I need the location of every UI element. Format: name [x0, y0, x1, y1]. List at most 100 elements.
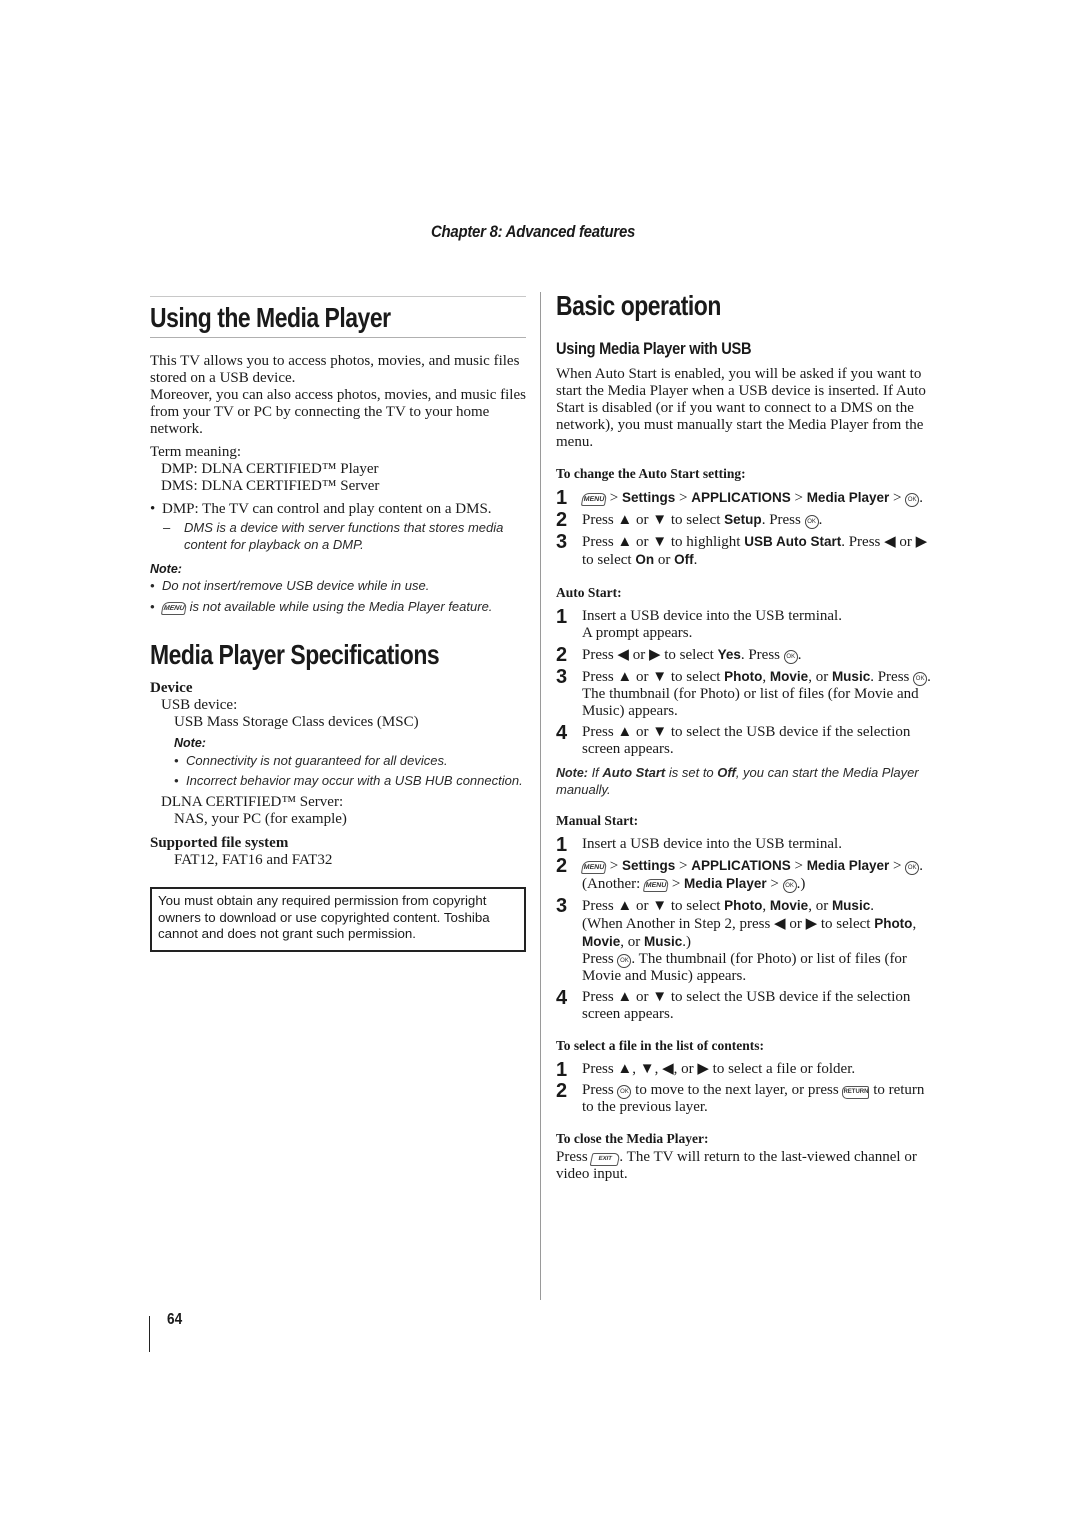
step: 4 Press ▲ or ▼ to select the USB device … — [556, 987, 934, 1023]
step-text: . — [870, 898, 874, 914]
intro-paragraph: This TV allows you to access photos, mov… — [150, 353, 520, 386]
usb-device-value: USB Mass Storage Class devices (MSC) — [174, 714, 419, 730]
note-item: Do not insert/remove USB device while in… — [150, 578, 526, 595]
device-note-item: Connectivity is not guaranteed for all d… — [174, 753, 526, 770]
step-text: Press ▲ or ▼ to select the USB device if… — [582, 989, 911, 1022]
dmp-bullet: DMP: The TV can control and play content… — [150, 501, 526, 518]
note-label: Note: — [150, 562, 182, 576]
device-note-label: Note: — [174, 736, 206, 750]
step-number: 3 — [556, 531, 568, 553]
device-note-item: Incorrect behavior may occur with a USB … — [174, 773, 526, 790]
auto-start-heading: Auto Start: — [556, 585, 622, 600]
step-number: 1 — [556, 1059, 568, 1081]
note-emphasis: Off — [717, 765, 736, 780]
step-text: or — [654, 552, 675, 568]
step-number: 4 — [556, 722, 568, 744]
step-emphasis: Yes — [717, 647, 741, 662]
right-column: Basic operation Using Media Player with … — [556, 288, 934, 1183]
menu-path-item: Media Player — [806, 490, 890, 505]
section-title-basic-operation: Basic operation — [556, 290, 721, 321]
step-emphasis: Movie — [769, 669, 809, 684]
menu-button-icon: MENU — [642, 879, 670, 892]
device-heading: Device — [150, 680, 193, 696]
close-player-text: Press EXIT. The TV will return to the la… — [556, 1149, 934, 1183]
step-emphasis: Music — [644, 934, 683, 949]
step-text: Press ▲ or ▼ to highlight — [582, 534, 745, 550]
note-emphasis: Auto Start — [602, 765, 666, 780]
term-dms: DMS: DLNA CERTIFIED™ Server — [161, 478, 380, 494]
step-number: 4 — [556, 987, 568, 1009]
step-emphasis: Off — [674, 552, 694, 567]
step-text: Press ▲, ▼, ◀, or ▶ to select a file or … — [582, 1061, 856, 1077]
note-item: MENU is not available while using the Me… — [150, 599, 526, 616]
step: 3 Press ▲ or ▼ to highlight USB Auto Sta… — [556, 531, 934, 569]
change-auto-start-heading: To change the Auto Start setting: — [556, 466, 746, 481]
select-file-steps: 1 Press ▲, ▼, ◀, or ▶ to select a file o… — [556, 1059, 934, 1116]
ok-button-icon: OK — [782, 879, 797, 893]
menu-path-item: Media Player — [806, 858, 890, 873]
step-text: (When Another in Step 2, press ◀ or ▶ to… — [582, 916, 875, 932]
step: 2 Press ◀ or ▶ to select Yes. Press OK. — [556, 644, 802, 666]
basic-intro: When Auto Start is enabled, you will be … — [556, 366, 926, 450]
step: 2 Press ▲ or ▼ to select Setup. Press OK… — [556, 509, 823, 531]
exit-button-icon: EXIT — [590, 1153, 621, 1166]
step-text: . Press — [740, 647, 784, 663]
page-number-bar — [149, 1316, 150, 1352]
step-number: 2 — [556, 509, 568, 531]
term-dmp: DMP: DLNA CERTIFIED™ Player — [161, 461, 379, 477]
auto-start-steps: 1 Insert a USB device into the USB termi… — [556, 607, 934, 758]
step-text: Insert a USB device into the USB termina… — [582, 608, 842, 624]
file-system-heading: Supported file system — [150, 835, 289, 851]
step: 1 MENU > Settings > APPLICATIONS > Media… — [556, 487, 923, 509]
menu-path-item: Settings — [621, 858, 676, 873]
ok-button-icon: OK — [905, 861, 920, 875]
step-number: 1 — [556, 834, 568, 856]
menu-path-item: Media Player — [684, 876, 767, 891]
section-title-using-media-player: Using the Media Player — [150, 302, 391, 333]
title-rule-top — [150, 296, 526, 297]
dms-subnote: – DMS is a device with server functions t… — [163, 520, 504, 552]
ok-button-icon: OK — [905, 493, 920, 507]
ok-button-icon: OK — [617, 954, 632, 968]
close-text: Press — [556, 1149, 592, 1165]
term-label: Term meaning: — [150, 444, 242, 460]
step-text: , or — [808, 669, 832, 685]
close-player-heading: To close the Media Player: — [556, 1131, 709, 1146]
menu-button-icon: MENU — [160, 601, 188, 615]
step-text: A prompt appears. — [582, 625, 693, 641]
dms-subnote-text: DMS is a device with server functions th… — [184, 520, 504, 552]
left-column: Using the Media Player This TV allows yo… — [150, 296, 526, 952]
note-label: Note: — [556, 766, 588, 780]
step-text: Insert a USB device into the USB termina… — [582, 836, 842, 852]
dlna-server-label: DLNA CERTIFIED™ Server: — [161, 794, 344, 810]
chapter-header: Chapter 8: Advanced features — [431, 222, 636, 241]
step-text: Press — [582, 1082, 618, 1098]
step-emphasis: Setup — [724, 512, 762, 527]
file-system-value: FAT12, FAT16 and FAT32 — [174, 852, 333, 868]
step-text: . Press — [761, 512, 805, 528]
step-text: Press — [582, 951, 618, 967]
step-number: 1 — [556, 487, 568, 509]
step: 3 Press ▲ or ▼ to select Photo, Movie, o… — [556, 667, 934, 720]
note-text: is set to — [665, 765, 718, 780]
change-auto-start-steps: 1 MENU > Settings > APPLICATIONS > Media… — [556, 487, 934, 569]
step-emphasis: Movie — [582, 934, 621, 949]
usb-device-label: USB device: — [161, 697, 238, 713]
step: 2 MENU > Settings > APPLICATIONS > Media… — [556, 855, 923, 893]
ok-button-icon: OK — [804, 515, 819, 529]
step-text: to move to the next layer, or press — [631, 1082, 843, 1098]
step: 4 Press ▲ or ▼ to select the USB device … — [556, 722, 934, 758]
manual-start-steps: 1 Insert a USB device into the USB termi… — [556, 834, 934, 1023]
step-emphasis: Photo — [724, 898, 763, 913]
step: 1 Insert a USB device into the USB termi… — [556, 607, 934, 642]
note-text: If — [587, 765, 603, 780]
step-text: , or — [808, 898, 832, 914]
copyright-notice: You must obtain any required permission … — [150, 887, 526, 952]
step-text: , — [912, 916, 917, 932]
step-text: Press ◀ or ▶ to select — [582, 647, 718, 663]
step: 3 Press ▲ or ▼ to select Photo, Movie, o… — [556, 896, 934, 985]
step-number: 2 — [556, 644, 568, 666]
step-text: Press ▲ or ▼ to select — [582, 898, 725, 914]
auto-start-note: Note: If Auto Start is set to Off, you c… — [556, 765, 934, 798]
step-emphasis: On — [635, 552, 655, 567]
